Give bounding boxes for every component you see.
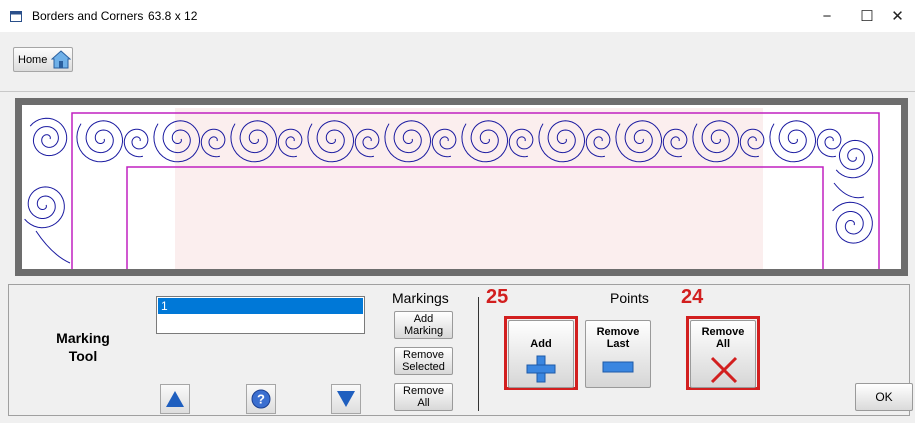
move-down-button[interactable] <box>331 384 361 414</box>
annotation-25: 25 <box>486 286 509 308</box>
toolbar-separator <box>0 91 915 92</box>
svg-text:?: ? <box>257 392 265 407</box>
add-point-label: Add <box>530 338 552 350</box>
x-icon <box>710 356 738 384</box>
up-arrow-icon <box>166 391 184 407</box>
app-icon <box>10 11 22 22</box>
annotation-24: 24 <box>681 286 704 308</box>
border-design-preview <box>22 105 901 269</box>
home-icon <box>51 50 71 69</box>
help-button[interactable]: ? <box>246 384 276 414</box>
remove-last-label: Remove Last <box>596 326 640 350</box>
points-heading: Points <box>610 290 649 306</box>
design-canvas[interactable] <box>15 98 908 276</box>
remove-all-points-button[interactable]: Remove All <box>690 320 756 388</box>
marking-panel <box>8 284 910 416</box>
marking-tool-label: Marking Tool <box>56 330 110 364</box>
plus-icon <box>526 355 556 383</box>
window-dimensions: 63.8 x 12 <box>148 9 198 23</box>
down-arrow-icon <box>337 391 355 407</box>
markings-list[interactable]: 1 <box>156 296 365 334</box>
remove-last-point-button[interactable]: Remove Last <box>585 320 651 388</box>
ok-button[interactable]: OK <box>855 383 913 411</box>
add-marking-button[interactable]: Add Marking <box>394 311 453 339</box>
home-label: Home <box>18 54 48 66</box>
remove-all-points-label: Remove All <box>701 326 745 350</box>
minimize-button[interactable]: − <box>805 4 849 30</box>
add-point-button[interactable]: Add <box>508 320 574 388</box>
markings-heading: Markings <box>392 290 449 306</box>
remove-all-markings-button[interactable]: Remove All <box>394 383 453 411</box>
title-bar: Borders and Corners 63.8 x 12 − ☐ ✕ <box>0 0 915 32</box>
remove-selected-button[interactable]: Remove Selected <box>394 347 453 375</box>
window-title: Borders and Corners <box>32 9 144 23</box>
home-button[interactable]: Home <box>13 47 73 72</box>
close-button[interactable]: ✕ <box>880 4 915 30</box>
list-item[interactable]: 1 <box>158 298 363 314</box>
panel-divider <box>478 297 479 411</box>
minus-icon <box>602 361 634 373</box>
move-up-button[interactable] <box>160 384 190 414</box>
help-icon: ? <box>251 389 271 409</box>
